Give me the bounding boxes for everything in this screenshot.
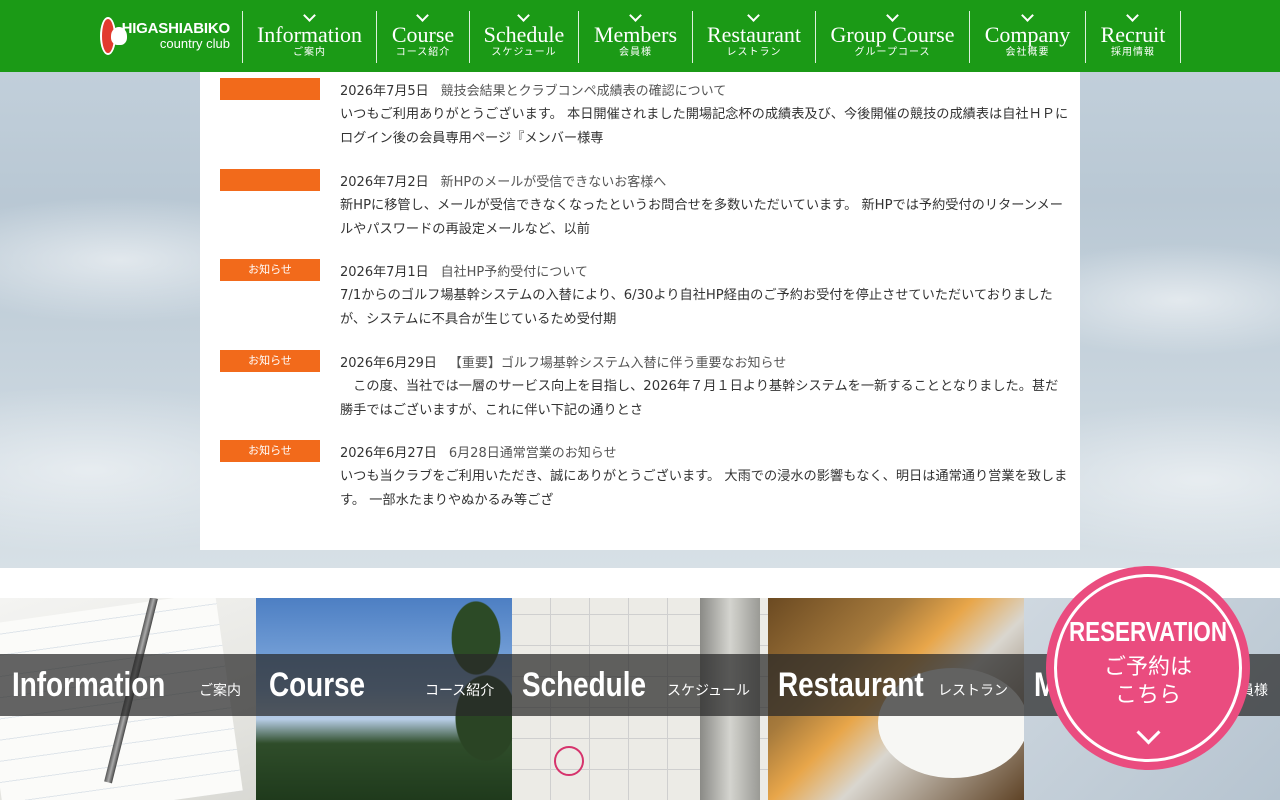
nav-label-en: Group Course bbox=[830, 22, 955, 47]
chevron-down-icon bbox=[628, 9, 642, 22]
chevron-down-icon bbox=[302, 9, 316, 22]
nav-label-ja: 会社概要 bbox=[1005, 47, 1050, 58]
chevron-down-icon bbox=[1126, 9, 1139, 22]
news-title-link[interactable]: 【重要】ゴルフ場基幹システム入替に伴う重要なお知らせ bbox=[449, 356, 786, 371]
nav-label-en: Members bbox=[593, 22, 678, 47]
news-meta: 2026年6月27日 6月28日通常営業のお知らせ bbox=[340, 442, 616, 461]
banner-title-en: Course bbox=[269, 666, 366, 704]
banner-title-ja: スケジュール bbox=[667, 683, 751, 699]
logo-name: HIGASHIABIKO bbox=[121, 20, 231, 38]
news-excerpt: この度、当社では一層のサービス向上を目指し、2026年７月１日より基幹システムを… bbox=[340, 378, 1059, 418]
chevron-down-icon bbox=[416, 9, 429, 22]
news-excerpt: いつもご利用ありがとうございます。 本日開催されました開場記念杯の成績表及び、今… bbox=[340, 107, 1069, 146]
banner-title-ja: レストラン bbox=[938, 683, 1008, 699]
news-excerpt: いつも当クラブをご利用いただき、誠にありがとうございます。 大雨での浸水の影響も… bbox=[340, 469, 1068, 508]
nav-schedule[interactable]: Schedule スケジュール bbox=[469, 9, 578, 63]
calendar-circle-mark bbox=[554, 746, 584, 776]
nav-label-en: Company bbox=[984, 22, 1071, 47]
nav-label-en: Information bbox=[256, 22, 363, 47]
category-badge bbox=[220, 78, 320, 100]
news-panel: 2026年7月5日 競技会結果とクラブコンペ成績表の確認について いつもご利用あり… bbox=[200, 72, 1080, 550]
nav-recruit[interactable]: Recruit 採用情報 bbox=[1085, 9, 1181, 63]
nav-label-en: Restaurant bbox=[706, 22, 802, 47]
news-excerpt: 7/1からのゴルフ場基幹システムの入替により、6/30より自社HP経由のご予約お… bbox=[340, 288, 1053, 327]
reservation-line1: ご予約は bbox=[1103, 655, 1192, 680]
category-badge: お知らせ bbox=[220, 440, 320, 462]
news-excerpt: 新HPに移管し、メールが受信できなくなったというお問合せを多数いただいています。… bbox=[340, 197, 1063, 237]
nav-label-en: Recruit bbox=[1100, 22, 1166, 47]
news-title-link[interactable]: 新HPのメールが受信できないお客様へ bbox=[441, 175, 667, 190]
main-menu: Information ご案内 Course コース紹介 Schedule スケ… bbox=[242, 9, 1181, 63]
news-title-link[interactable]: 競技会結果とクラブコンペ成績表の確認について bbox=[441, 84, 727, 99]
news-item[interactable]: お知らせ 2026年6月29日 【重要】ゴルフ場基幹システム入替に伴う重要なお知ら… bbox=[220, 349, 1070, 441]
nav-company[interactable]: Company 会社概要 bbox=[969, 9, 1085, 63]
nav-label-ja: 会員様 bbox=[619, 47, 652, 58]
banner-course[interactable]: Course コース紹介 bbox=[256, 654, 512, 716]
news-item[interactable]: 2026年7月5日 競技会結果とクラブコンペ成績表の確認について いつもご利用あり… bbox=[220, 78, 1070, 169]
nav-group-course[interactable]: Group Course グループコース bbox=[815, 9, 969, 63]
banner-title-ja: ご案内 bbox=[199, 683, 241, 699]
news-date: 2026年7月1日 bbox=[340, 265, 429, 280]
nav-label-ja: 採用情報 bbox=[1111, 47, 1155, 58]
news-title-link[interactable]: 6月28日通常営業のお知らせ bbox=[449, 446, 617, 461]
chevron-down-icon bbox=[517, 9, 530, 22]
reservation-button[interactable]: RESERVATION ご予約は こちら bbox=[1046, 566, 1250, 770]
news-meta: 2026年7月5日 競技会結果とクラブコンペ成績表の確認について bbox=[340, 80, 726, 99]
news-date: 2026年7月5日 bbox=[340, 84, 429, 99]
news-list: 2026年7月5日 競技会結果とクラブコンペ成績表の確認について いつもご利用あり… bbox=[220, 78, 1070, 531]
chevron-down-icon bbox=[885, 9, 899, 22]
news-meta: 2026年7月2日 新HPのメールが受信できないお客様へ bbox=[340, 171, 666, 190]
chevron-down-icon bbox=[1020, 9, 1034, 22]
banner-schedule[interactable]: Schedule スケジュール bbox=[512, 654, 768, 716]
news-item[interactable]: お知らせ 2026年6月27日 6月28日通常営業のお知らせ いつも当クラブをご利… bbox=[220, 440, 1070, 531]
nav-label-ja: グループコース bbox=[854, 47, 931, 58]
nav-members[interactable]: Members 会員様 bbox=[578, 9, 692, 63]
club-emblem-icon bbox=[100, 17, 127, 55]
nav-label-ja: レストラン bbox=[726, 47, 782, 58]
chevron-down-icon bbox=[747, 9, 760, 22]
reservation-subtitle: ご予約は こちら bbox=[1098, 654, 1198, 710]
news-title-link[interactable]: 自社HP予約受付について bbox=[441, 265, 588, 280]
reservation-title: RESERVATION bbox=[1068, 616, 1228, 647]
nav-label-ja: コース紹介 bbox=[395, 47, 451, 58]
banner-title-en: Schedule bbox=[522, 666, 646, 704]
logo-text: HIGASHIABIKO country club bbox=[121, 20, 231, 52]
nav-label-en: Schedule bbox=[483, 22, 565, 47]
nav-course[interactable]: Course コース紹介 bbox=[376, 9, 469, 63]
nav-information[interactable]: Information ご案内 bbox=[242, 9, 376, 63]
news-item[interactable]: お知らせ 2026年7月1日 自社HP予約受付について 7/1からのゴルフ場基幹シ… bbox=[220, 259, 1070, 350]
banner-title-en: Information bbox=[12, 666, 166, 704]
banner-title-en: Restaurant bbox=[778, 666, 924, 704]
category-badge: お知らせ bbox=[220, 349, 320, 372]
logo-subtitle: country club bbox=[159, 36, 230, 52]
news-item[interactable]: 2026年7月2日 新HPのメールが受信できないお客様へ 新HPに移管し、メールが… bbox=[220, 168, 1070, 260]
nav-label-ja: ご案内 bbox=[293, 47, 326, 58]
news-meta: 2026年6月29日 【重要】ゴルフ場基幹システム入替に伴う重要なお知らせ bbox=[340, 352, 786, 371]
nav-restaurant[interactable]: Restaurant レストラン bbox=[692, 9, 815, 63]
category-badge: お知らせ bbox=[220, 259, 320, 281]
news-date: 2026年6月29日 bbox=[340, 355, 437, 371]
site-logo[interactable]: HIGASHIABIKO country club bbox=[100, 16, 230, 56]
banner-title-ja: コース紹介 bbox=[425, 683, 495, 699]
news-date: 2026年6月27日 bbox=[340, 446, 437, 461]
banner-restaurant[interactable]: Restaurant レストラン bbox=[768, 654, 1024, 716]
reservation-line2: こちら bbox=[1114, 683, 1181, 708]
news-meta: 2026年7月1日 自社HP予約受付について bbox=[340, 261, 588, 280]
nav-label-ja: スケジュール bbox=[491, 47, 557, 58]
banner-information[interactable]: Information ご案内 bbox=[0, 654, 256, 716]
news-date: 2026年7月2日 bbox=[340, 174, 429, 190]
category-badge bbox=[220, 168, 320, 191]
top-nav-bar: HIGASHIABIKO country club Information ご案… bbox=[0, 0, 1280, 72]
nav-label-en: Course bbox=[391, 22, 455, 47]
